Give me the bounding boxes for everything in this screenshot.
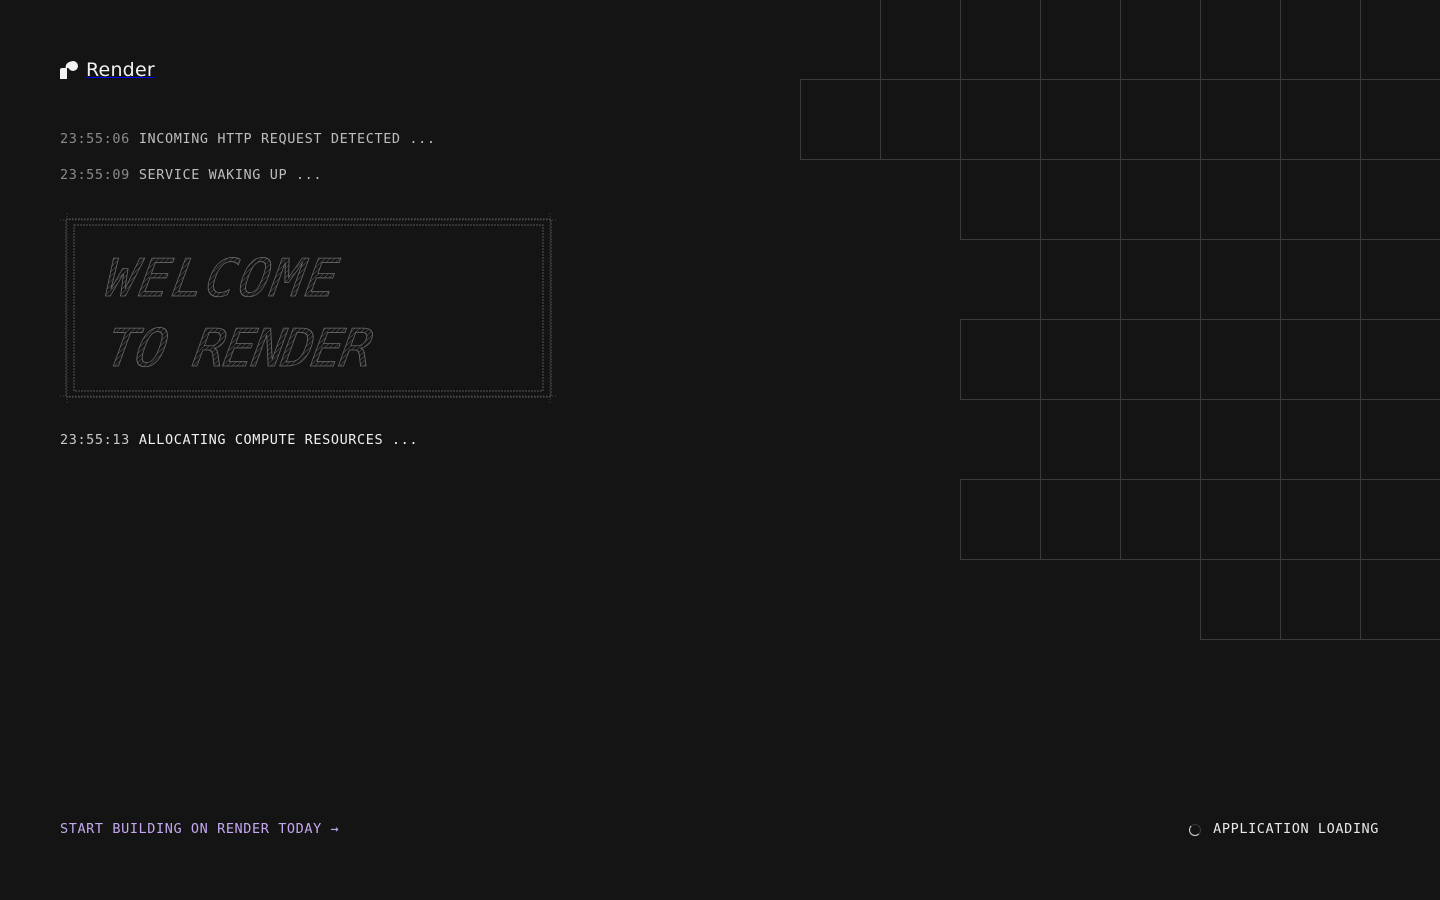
log-message: SERVICE WAKING UP ... <box>138 167 323 183</box>
ascii-banner-art: WELCOME TO RENDER <box>60 213 557 403</box>
grid-cell <box>1280 559 1361 640</box>
loading-status: APPLICATION LOADING <box>1189 821 1379 837</box>
grid-cell <box>960 319 1041 400</box>
grid-cell <box>1040 479 1121 560</box>
grid-cell <box>1040 319 1121 400</box>
grid-cell <box>960 0 1041 80</box>
grid-cell <box>1200 559 1281 640</box>
grid-cell <box>1280 479 1361 560</box>
svg-text:WELCOME: WELCOME <box>95 248 350 309</box>
ascii-welcome-banner: WELCOME TO RENDER <box>60 213 557 403</box>
grid-cell <box>1040 79 1121 160</box>
grid-cell <box>1200 479 1281 560</box>
start-building-link[interactable]: START BUILDING ON RENDER TODAY → <box>60 821 339 837</box>
grid-cell <box>960 159 1041 240</box>
grid-cell <box>1200 79 1281 160</box>
grid-cell <box>1040 399 1121 480</box>
grid-cell <box>880 79 961 160</box>
grid-cell <box>1360 559 1440 640</box>
grid-cell <box>880 0 961 80</box>
page: Render 23:55:06 INCOMING HTTP REQUEST DET… <box>0 0 1440 900</box>
grid-cell <box>1280 239 1361 320</box>
grid-cell <box>1360 79 1440 160</box>
svg-text:TO RENDER: TO RENDER <box>96 318 385 379</box>
grid-cell <box>1120 479 1201 560</box>
grid-cell <box>1360 0 1440 80</box>
render-logo-icon <box>60 61 78 79</box>
grid-cell <box>1280 159 1361 240</box>
grid-cell <box>1120 159 1201 240</box>
grid-cell <box>1360 319 1440 400</box>
grid-cell <box>1280 319 1361 400</box>
grid-cell <box>1200 159 1281 240</box>
grid-cell <box>1200 0 1281 80</box>
log-message: INCOMING HTTP REQUEST DETECTED ... <box>138 131 436 147</box>
log-timestamp: 23:55:06 <box>60 131 130 147</box>
grid-cell <box>1280 0 1361 80</box>
grid-cell <box>960 479 1041 560</box>
brand-name: Render <box>86 59 155 81</box>
grid-cell <box>1360 399 1440 480</box>
grid-cell <box>1040 0 1121 80</box>
render-logo[interactable]: Render <box>60 59 155 81</box>
grid-cell <box>1120 0 1201 80</box>
grid-cell <box>1200 239 1281 320</box>
spinner-icon <box>1189 824 1202 836</box>
grid-cell <box>1280 399 1361 480</box>
banner-line-welcome: WELCOME <box>95 247 351 309</box>
grid-cell <box>1040 239 1121 320</box>
log-line: 23:55:06 INCOMING HTTP REQUEST DETECTED .… <box>60 131 436 147</box>
grid-cell <box>1280 79 1361 160</box>
grid-cell <box>1360 479 1440 560</box>
grid-cell <box>1200 399 1281 480</box>
grid-cell <box>1360 159 1440 240</box>
log-line-current: 23:55:13 ALLOCATING COMPUTE RESOURCES ... <box>60 432 418 448</box>
loading-status-label: APPLICATION LOADING <box>1213 821 1379 837</box>
grid-cell <box>800 79 881 160</box>
log-message: ALLOCATING COMPUTE RESOURCES ... <box>138 432 419 448</box>
grid-cell <box>1120 319 1201 400</box>
banner-line-to-render: TO RENDER <box>95 317 385 379</box>
grid-cell <box>960 79 1041 160</box>
grid-cell <box>1360 239 1440 320</box>
grid-cell <box>1120 399 1201 480</box>
grid-cell <box>1120 239 1201 320</box>
log-timestamp: 23:55:13 <box>60 432 130 448</box>
log-timestamp: 23:55:09 <box>60 167 130 183</box>
log-line: 23:55:09 SERVICE WAKING UP ... <box>60 167 322 183</box>
grid-cell <box>1120 79 1201 160</box>
grid-cell <box>1040 159 1121 240</box>
grid-cell <box>1200 319 1281 400</box>
